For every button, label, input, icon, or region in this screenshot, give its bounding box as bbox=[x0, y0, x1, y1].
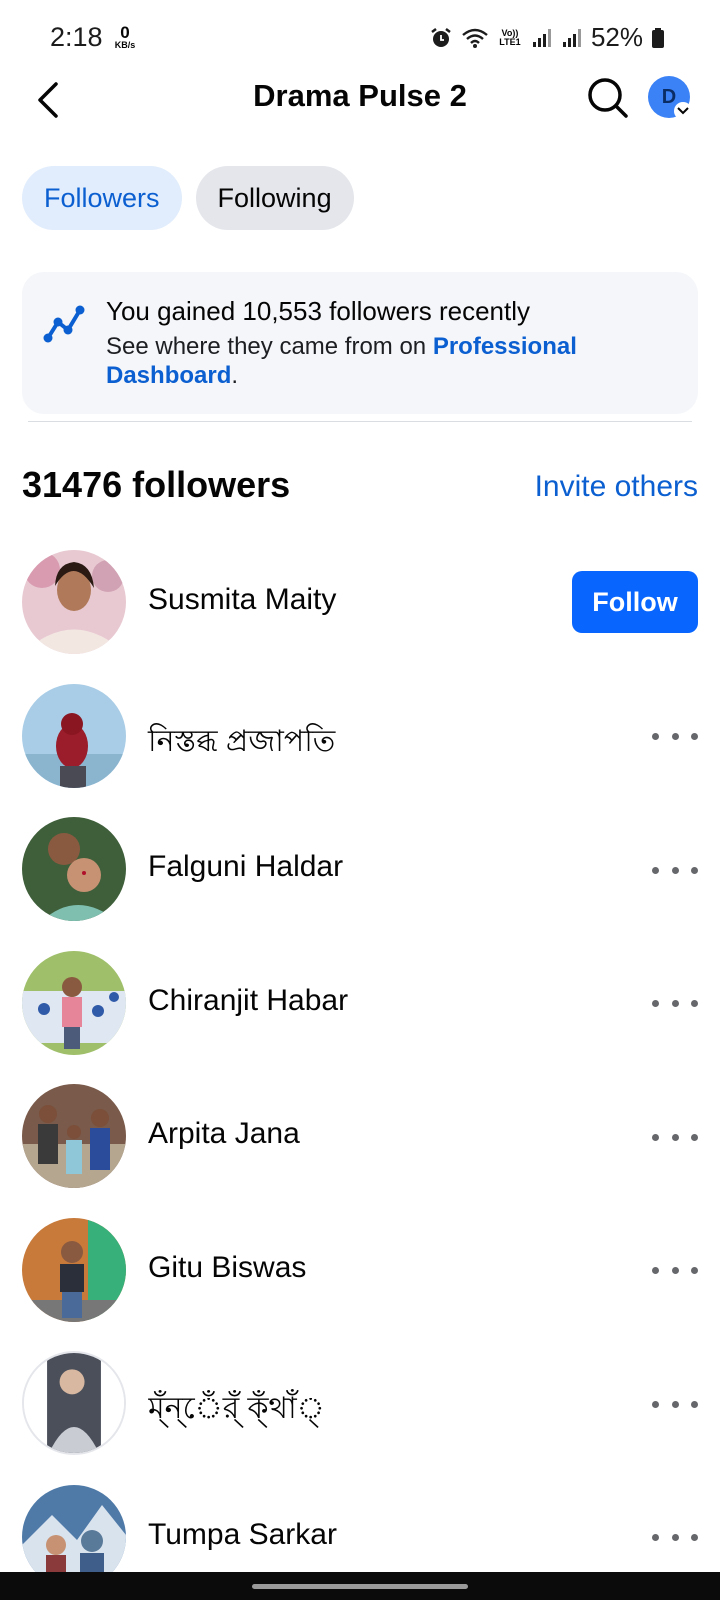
list-item[interactable]: Falguni Haldar bbox=[0, 812, 720, 946]
alarm-icon bbox=[429, 26, 453, 50]
more-options-button[interactable] bbox=[652, 719, 698, 755]
profile-avatar-button[interactable]: D bbox=[648, 76, 694, 122]
follower-name[interactable]: নিস্তব্ধ প্রজাপতি bbox=[148, 717, 335, 768]
more-dot bbox=[672, 1534, 679, 1541]
status-time: 2:18 bbox=[50, 22, 103, 53]
followers-list: Susmita Maity Follow নিস্তব্ধ প্রজাপতি bbox=[0, 545, 720, 1613]
follow-button[interactable]: Follow bbox=[572, 571, 698, 633]
net-speed-value: 0 bbox=[110, 24, 140, 41]
list-item[interactable]: নিস্তব্ধ প্রজাপতি bbox=[0, 679, 720, 813]
avatar[interactable] bbox=[22, 1084, 126, 1188]
battery-icon bbox=[651, 27, 665, 49]
insight-text: See where they came from on Professional… bbox=[106, 332, 676, 390]
avatar[interactable] bbox=[22, 550, 126, 654]
wifi-icon bbox=[461, 27, 489, 49]
avatar[interactable] bbox=[22, 1218, 126, 1322]
more-dot bbox=[672, 867, 679, 874]
more-dot bbox=[691, 1267, 698, 1274]
more-dot bbox=[652, 1134, 659, 1141]
more-dot bbox=[691, 1134, 698, 1141]
follower-name[interactable]: Arpita Jana bbox=[148, 1117, 300, 1151]
more-options-button[interactable] bbox=[652, 1520, 698, 1556]
avatar-initial: D bbox=[662, 86, 676, 109]
list-item[interactable]: Gitu Biswas bbox=[0, 1213, 720, 1347]
trend-chart-icon bbox=[42, 302, 86, 346]
avatar[interactable] bbox=[22, 951, 126, 1055]
search-icon bbox=[584, 74, 632, 122]
follower-name[interactable]: Falguni Haldar bbox=[148, 850, 343, 884]
chevron-down-icon bbox=[674, 102, 692, 120]
follower-name[interactable]: ম্ঁন্েঁর্ঁ ক্ঁথাঁ্ bbox=[148, 1384, 325, 1435]
search-button[interactable] bbox=[584, 74, 632, 122]
system-navigation-bar bbox=[0, 1572, 720, 1600]
follower-name[interactable]: Gitu Biswas bbox=[148, 1251, 306, 1285]
more-dot bbox=[691, 867, 698, 874]
status-icons: Vo)) LTE1 52% bbox=[429, 22, 665, 53]
app-header: Drama Pulse 2 D bbox=[0, 70, 720, 130]
more-options-button[interactable] bbox=[652, 852, 698, 888]
insight-description: See where they came from on bbox=[106, 333, 433, 360]
net-speed-unit: KB/s bbox=[110, 41, 140, 50]
more-dot bbox=[691, 1534, 698, 1541]
signal-icon bbox=[531, 27, 553, 49]
more-options-button[interactable] bbox=[652, 1253, 698, 1289]
insight-title: You gained 10,553 followers recently bbox=[106, 296, 530, 327]
avatar[interactable] bbox=[22, 1351, 126, 1455]
more-dot bbox=[672, 1000, 679, 1007]
more-dot bbox=[652, 1000, 659, 1007]
net-speed: 0 KB/s bbox=[110, 24, 140, 50]
more-options-button[interactable] bbox=[652, 1119, 698, 1155]
avatar[interactable] bbox=[22, 817, 126, 921]
follower-name[interactable]: Susmita Maity bbox=[148, 583, 336, 617]
more-dot bbox=[652, 1534, 659, 1541]
tab-following[interactable]: Following bbox=[196, 166, 354, 230]
followers-insight-card: You gained 10,553 followers recently See… bbox=[22, 272, 698, 414]
more-dot bbox=[652, 867, 659, 874]
tab-followers[interactable]: Followers bbox=[22, 166, 182, 230]
more-dot bbox=[672, 1267, 679, 1274]
followers-count: 31476 followers bbox=[22, 464, 290, 506]
more-dot bbox=[691, 1401, 698, 1408]
home-gesture-handle[interactable] bbox=[252, 1584, 468, 1589]
tab-bar: Followers Following bbox=[22, 166, 354, 230]
lte-label: Vo)) LTE1 bbox=[497, 29, 523, 47]
list-item[interactable]: Arpita Jana bbox=[0, 1079, 720, 1213]
battery-percent: 52% bbox=[591, 22, 643, 53]
more-dot bbox=[672, 733, 679, 740]
status-bar: 2:18 0 KB/s Vo)) LTE1 52% bbox=[0, 0, 720, 78]
more-options-button[interactable] bbox=[652, 986, 698, 1022]
more-dot bbox=[652, 1401, 659, 1408]
avatar: D bbox=[648, 76, 690, 118]
list-item[interactable]: ম্ঁন্েঁর্ঁ ক্ঁথাঁ্ bbox=[0, 1346, 720, 1480]
follower-name[interactable]: Chiranjit Habar bbox=[148, 984, 348, 1018]
more-dot bbox=[652, 733, 659, 740]
divider bbox=[28, 421, 692, 422]
more-options-button[interactable] bbox=[652, 1386, 698, 1422]
follower-name[interactable]: Tumpa Sarkar bbox=[148, 1518, 337, 1552]
more-dot bbox=[672, 1401, 679, 1408]
more-dot bbox=[691, 733, 698, 740]
list-item[interactable]: Susmita Maity Follow bbox=[0, 545, 720, 679]
insight-suffix: . bbox=[231, 362, 238, 389]
more-dot bbox=[672, 1134, 679, 1141]
more-dot bbox=[652, 1267, 659, 1274]
list-item[interactable]: Chiranjit Habar bbox=[0, 946, 720, 1080]
more-dot bbox=[691, 1000, 698, 1007]
signal-icon-2 bbox=[561, 27, 583, 49]
invite-others-link[interactable]: Invite others bbox=[535, 470, 698, 504]
avatar[interactable] bbox=[22, 684, 126, 788]
